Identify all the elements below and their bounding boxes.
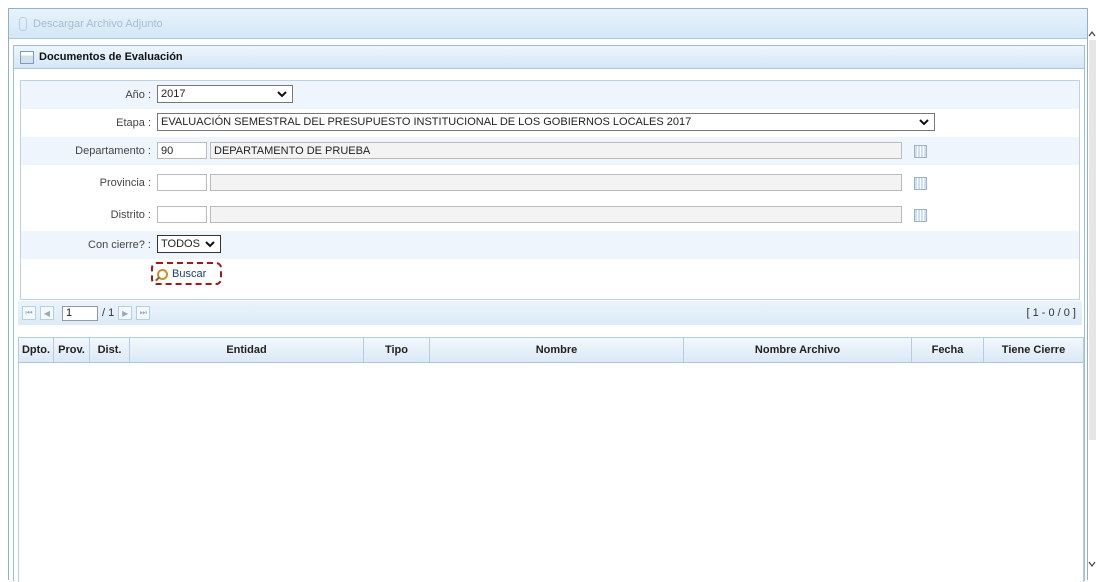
column-header[interactable]: Prov. [54, 338, 90, 362]
column-header[interactable]: Dpto. [19, 338, 54, 362]
panel-title: Documentos de Evaluación [39, 51, 183, 63]
lookup-icon[interactable] [914, 145, 927, 158]
lookup-icon[interactable] [914, 209, 927, 222]
etapa-label: Etapa : [116, 117, 151, 129]
scroll-thumb [1089, 40, 1096, 440]
lookup-icon[interactable] [914, 177, 927, 190]
column-header[interactable]: Fecha [912, 338, 984, 362]
page-total: / 1 [102, 307, 115, 319]
cierre-label: Con cierre? : [88, 239, 151, 251]
column-header[interactable]: Nombre Archivo [684, 338, 912, 362]
column-header[interactable]: Nombre [430, 338, 684, 362]
last-page-icon[interactable]: ⏭ [136, 306, 151, 320]
first-page-icon[interactable]: ⏮ [22, 306, 36, 320]
buscar-label: Buscar [172, 268, 207, 280]
anio-row: Año : 2017 [21, 81, 1079, 109]
scroll-up-icon [1088, 31, 1096, 37]
cierre-value: TODOS [161, 238, 200, 250]
page-number: 1 [66, 307, 73, 319]
departamento-code: 90 [161, 144, 174, 157]
results-table: Dpto. Prov. Dist. Entidad Tipo Nombre No… [18, 337, 1084, 582]
anio-label: Año : [125, 89, 151, 101]
page-number-input[interactable]: 1 [62, 305, 98, 321]
download-attachment-button[interactable]: Descargar Archivo Adjunto [33, 18, 163, 30]
next-page-icon[interactable]: ▶ [118, 306, 133, 320]
provincia-code-input[interactable] [157, 174, 207, 191]
column-header[interactable]: Entidad [130, 338, 364, 362]
anio-value: 2017 [161, 88, 186, 100]
filter-form: Año : 2017 Etapa : EVALUACIÓN SEMESTRAL … [20, 80, 1080, 300]
table-header: Dpto. Prov. Dist. Entidad Tipo Nombre No… [19, 338, 1083, 363]
buscar-highlight: Buscar [151, 262, 222, 285]
column-header[interactable]: Tiene Cierre [984, 338, 1083, 362]
buscar-button[interactable]: Buscar [157, 266, 206, 282]
chevron-down-icon [205, 241, 215, 248]
column-header[interactable]: Dist. [90, 338, 130, 362]
departamento-row: Departamento : 90 DEPARTAMENTO DE PRUEBA [21, 137, 1079, 165]
pagination-bar: ⏮ ◀ 1 / 1 ▶ ⏭ [ 1 - 0 / 0 ] [18, 301, 1082, 325]
departamento-label: Departamento : [75, 145, 151, 157]
main-window: Descargar Archivo Adjunto Documentos de … [8, 8, 1088, 582]
distrito-code-input[interactable] [157, 206, 207, 223]
cierre-row: Con cierre? : TODOS [21, 231, 1079, 259]
distrito-name-field [210, 206, 902, 223]
departamento-name: DEPARTAMENTO DE PRUEBA [214, 144, 371, 157]
chevron-down-icon [277, 91, 287, 98]
column-header[interactable]: Tipo [364, 338, 430, 362]
etapa-select[interactable]: EVALUACIÓN SEMESTRAL DEL PRESUPUESTO INS… [157, 113, 935, 131]
chevron-down-icon [919, 119, 929, 126]
etapa-row: Etapa : EVALUACIÓN SEMESTRAL DEL PRESUPU… [21, 109, 1079, 137]
distrito-row: Distrito : [21, 201, 1079, 229]
prev-page-icon[interactable]: ◀ [40, 306, 54, 320]
documents-panel: Documentos de Evaluación Año : 2017 Etap… [13, 45, 1085, 582]
provincia-label: Provincia : [99, 177, 151, 189]
search-icon [157, 268, 168, 280]
provincia-row: Provincia : [21, 169, 1079, 197]
etapa-value: EVALUACIÓN SEMESTRAL DEL PRESUPUESTO INS… [161, 116, 692, 128]
panel-header: Documentos de Evaluación [14, 46, 1084, 69]
record-count: [ 1 - 0 / 0 ] [1026, 307, 1076, 319]
departamento-code-input[interactable]: 90 [157, 142, 207, 159]
distrito-label: Distrito : [110, 209, 151, 221]
scrollbar[interactable] [1088, 0, 1097, 579]
scroll-down-icon [1088, 561, 1096, 567]
cierre-select[interactable]: TODOS [157, 235, 221, 253]
paperclip-icon [19, 16, 27, 31]
departamento-name-field: DEPARTAMENTO DE PRUEBA [210, 142, 902, 159]
anio-select[interactable]: 2017 [157, 85, 293, 103]
toolbar: Descargar Archivo Adjunto [9, 9, 1087, 39]
provincia-name-field [210, 174, 902, 191]
document-icon [20, 50, 34, 64]
